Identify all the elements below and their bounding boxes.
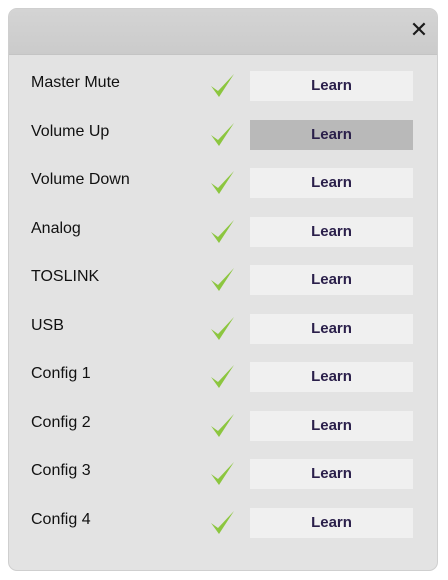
learn-button[interactable]: Learn [250, 459, 413, 489]
learn-button[interactable]: Learn [250, 216, 413, 247]
learn-button[interactable]: Learn [250, 507, 413, 538]
learn-button[interactable]: Learn [250, 265, 413, 295]
learn-list: Master Mute Learn Volume Up Learn Volume… [9, 65, 437, 550]
list-item-volume-up: Volume Up Learn [9, 114, 437, 163]
row-label: Analog [31, 219, 81, 237]
learn-button[interactable]: Learn [250, 71, 413, 101]
row-label: TOSLINK [31, 268, 100, 285]
learn-button[interactable]: Learn [250, 119, 413, 150]
checkmark-icon [211, 365, 234, 388]
learn-button[interactable]: Learn [250, 410, 413, 441]
list-item-config-3: Config 3 Learn [9, 453, 437, 502]
row-label: USB [31, 316, 64, 334]
learn-button[interactable]: Learn [250, 168, 413, 198]
learn-button[interactable]: Learn [250, 362, 413, 392]
row-label: Config 1 [31, 365, 91, 382]
row-label: Config 3 [31, 462, 91, 479]
dialog-titlebar: ✕ [9, 9, 437, 55]
list-item-analog: Analog Learn [9, 211, 437, 260]
checkmark-icon [211, 462, 234, 485]
checkmark-icon [211, 413, 234, 437]
checkmark-icon [211, 316, 234, 340]
list-item-master-mute: Master Mute Learn [9, 65, 437, 114]
checkmark-icon [211, 171, 234, 194]
row-label: Config 2 [31, 413, 91, 431]
row-label: Master Mute [31, 74, 120, 91]
checkmark-icon [211, 219, 234, 243]
checkmark-icon [211, 268, 234, 291]
list-item-config-4: Config 4 Learn [9, 502, 437, 551]
list-item-toslink: TOSLINK Learn [9, 259, 437, 308]
checkmark-icon [211, 510, 234, 534]
checkmark-icon [211, 74, 234, 97]
list-item-usb: USB Learn [9, 308, 437, 357]
checkmark-icon [211, 122, 234, 146]
learn-dialog: ✕ Master Mute Learn Volume Up Learn Volu… [8, 8, 438, 571]
list-item-config-1: Config 1 Learn [9, 356, 437, 405]
close-icon[interactable]: ✕ [407, 18, 431, 44]
list-item-volume-down: Volume Down Learn [9, 162, 437, 211]
row-label: Volume Down [31, 171, 130, 188]
row-label: Config 4 [31, 510, 91, 528]
learn-button[interactable]: Learn [250, 313, 413, 344]
list-item-config-2: Config 2 Learn [9, 405, 437, 454]
row-label: Volume Up [31, 122, 110, 140]
